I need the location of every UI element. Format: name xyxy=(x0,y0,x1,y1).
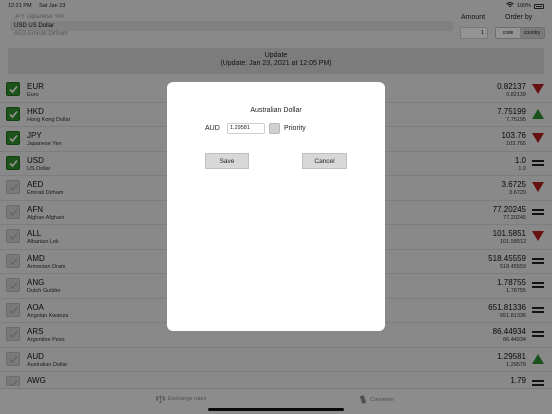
save-button[interactable]: Save xyxy=(205,153,249,169)
priority-label: Priority xyxy=(284,125,306,132)
dialog-title: Australian Dollar xyxy=(250,107,302,114)
dialog-rate-input[interactable]: 1.29581 xyxy=(227,123,265,134)
edit-currency-dialog: Australian Dollar AUD 1.29581 Priority S… xyxy=(167,82,385,331)
priority-checkbox[interactable] xyxy=(269,123,280,134)
dialog-currency-code: AUD xyxy=(205,125,220,132)
cancel-button[interactable]: Cancel xyxy=(302,153,347,169)
